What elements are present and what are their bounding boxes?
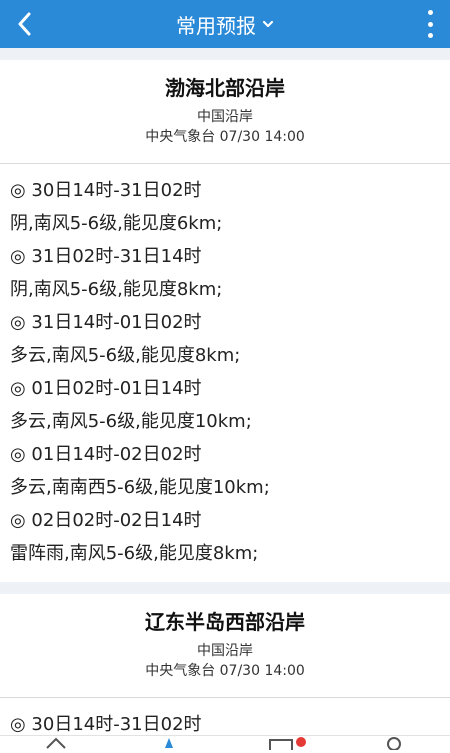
location-icon — [165, 738, 173, 748]
period-line: ◎ 31日02时-31日14时 — [10, 246, 202, 267]
more-menu-button[interactable] — [424, 10, 436, 38]
weather-line: 雷阵雨,南风5-6级,能见度8km; — [10, 543, 259, 564]
tab-messages[interactable] — [268, 736, 308, 750]
weather-line: 多云,南风5-6级,能见度10km; — [10, 411, 252, 432]
card-source: 中央气象台 07/30 14:00 — [145, 663, 305, 679]
user-icon — [387, 737, 401, 750]
bottom-tab-bar — [0, 735, 450, 750]
card-title: 辽东半岛西部沿岸 — [145, 610, 305, 634]
more-vertical-icon — [427, 10, 433, 15]
message-icon — [269, 737, 306, 750]
home-icon — [46, 737, 66, 749]
chevron-down-icon — [262, 20, 274, 28]
title-dropdown[interactable]: 常用预报 — [176, 10, 274, 39]
period-line: ◎ 30日14时-31日02时 — [10, 180, 202, 201]
page-title: 常用预报 — [176, 13, 256, 38]
card-header: 辽东半岛西部沿岸 中国沿岸 中央气象台 07/30 14:00 — [0, 594, 450, 691]
menu-dot — [427, 33, 433, 38]
weather-line: 阴,南风5-6级,能见度6km; — [10, 213, 223, 234]
chevron-left-icon — [18, 12, 31, 36]
forecast-list[interactable]: 渤海北部沿岸 中国沿岸 中央气象台 07/30 14:00 ◎ 30日14时-3… — [0, 48, 450, 753]
menu-dot — [427, 21, 433, 27]
forecast-card: 辽东半岛西部沿岸 中国沿岸 中央气象台 07/30 14:00 ◎ 30日14时… — [0, 594, 450, 753]
card-title: 渤海北部沿岸 — [165, 76, 285, 100]
tab-home[interactable] — [44, 736, 68, 750]
card-source: 中央气象台 07/30 14:00 — [145, 129, 305, 145]
weather-line: 多云,南南西5-6级,能见度10km; — [10, 477, 270, 498]
forecast-lines: ◎ 30日14时-31日02时 阴,南风5-6级,能见度6km; ◎ 31日02… — [0, 164, 450, 582]
period-line: ◎ 31日14时-01日02时 — [10, 312, 202, 333]
period-line: ◎ 01日14时-02日02时 — [10, 444, 202, 465]
back-button[interactable] — [10, 8, 40, 40]
weather-line: 多云,南风5-6级,能见度8km; — [10, 345, 241, 366]
app-header: 常用预报 — [0, 0, 450, 48]
tab-location[interactable] — [157, 736, 181, 750]
card-region: 中国沿岸 — [197, 643, 253, 659]
forecast-card: 渤海北部沿岸 中国沿岸 中央气象台 07/30 14:00 ◎ 30日14时-3… — [0, 60, 450, 582]
period-line: ◎ 01日02时-01日14时 — [10, 378, 202, 399]
card-region: 中国沿岸 — [197, 109, 253, 125]
tab-user[interactable] — [382, 736, 406, 750]
card-header: 渤海北部沿岸 中国沿岸 中央气象台 07/30 14:00 — [0, 60, 450, 157]
period-line: ◎ 02日02时-02日14时 — [10, 510, 202, 531]
weather-line: 阴,南风5-6级,能见度8km; — [10, 279, 223, 300]
